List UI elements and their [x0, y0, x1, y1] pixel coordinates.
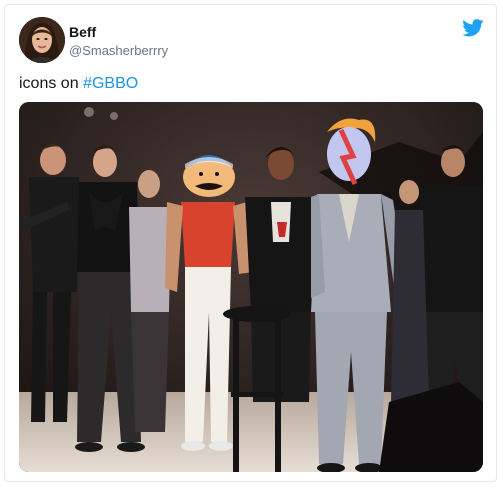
person-striped [129, 170, 171, 432]
author-name[interactable]: Beff [69, 24, 96, 40]
author-handle[interactable]: @Smasherberrry [69, 43, 168, 58]
tweet-text: icons on #GBBO [19, 75, 138, 93]
tweet-card: Beff @Smasherberrry icons on #GBBO [4, 4, 497, 482]
tweet-photo[interactable] [19, 102, 483, 472]
twitter-bird-icon[interactable] [462, 19, 484, 37]
tweet-text-prefix: icons on [19, 75, 84, 92]
avatar[interactable] [19, 17, 65, 63]
hashtag-link[interactable]: #GBBO [83, 75, 138, 92]
